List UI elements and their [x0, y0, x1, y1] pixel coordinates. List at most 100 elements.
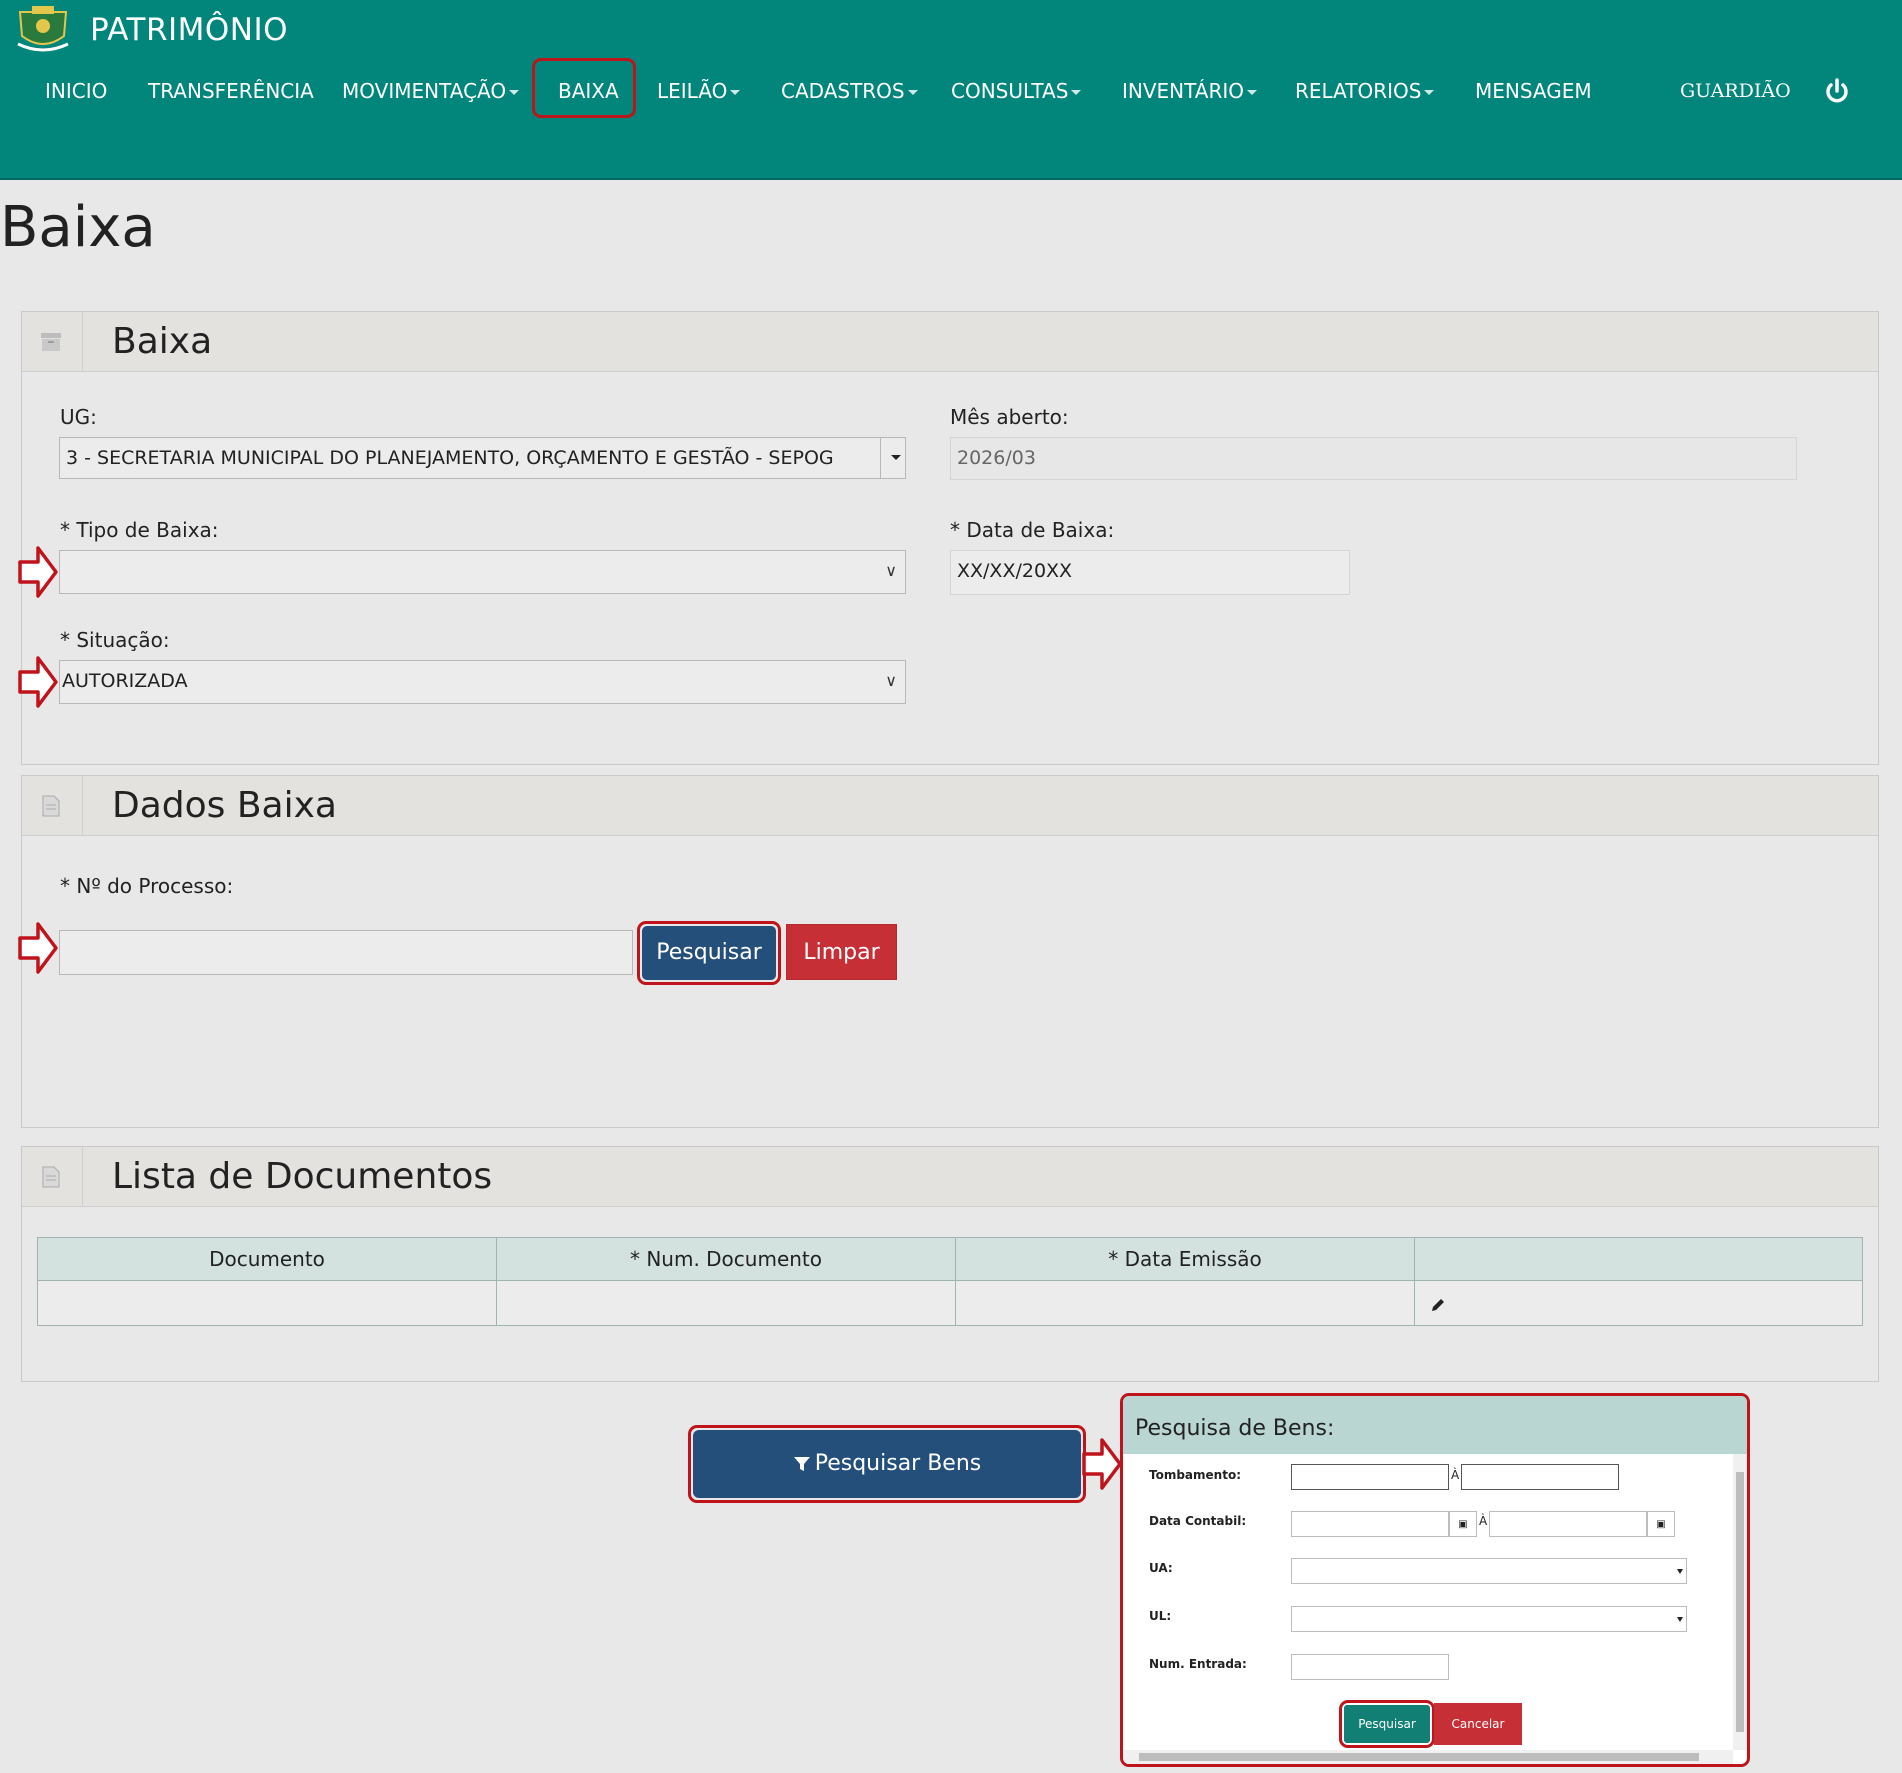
situacao-select[interactable]: AUTORIZADA ∨: [59, 660, 906, 704]
chevron-down-icon: ∨: [885, 671, 897, 690]
top-navbar: PATRIMÔNIO INICIO TRANSFERÊNCIA MOVIMENT…: [0, 0, 1902, 180]
scrollbar-thumb[interactable]: [1736, 1472, 1744, 1732]
panel-header: Lista de Documentos: [22, 1147, 1878, 1207]
tipo-baixa-label: * Tipo de Baixa:: [60, 518, 219, 542]
panel-title: Lista de Documentos: [112, 1156, 493, 1197]
document-icon: [42, 1166, 60, 1188]
cell-documento[interactable]: [37, 1280, 497, 1326]
ul-select[interactable]: [1291, 1606, 1687, 1632]
panel-title: Dados Baixa: [112, 785, 337, 826]
chevron-down-icon: [730, 90, 741, 95]
modal-header: Pesquisa de Bens:: [1123, 1396, 1747, 1454]
nav-baixa[interactable]: BAIXA: [558, 76, 619, 106]
arrow-right-icon: [18, 922, 58, 974]
range-separator: À: [1479, 1514, 1488, 1528]
data-contabil-to-input[interactable]: [1489, 1511, 1647, 1537]
panel-icon-cell: [22, 776, 83, 835]
pesquisa-bens-modal: Pesquisa de Bens: Tombamento: À Data Con…: [1120, 1393, 1750, 1767]
limpar-button[interactable]: Limpar: [786, 924, 897, 980]
ua-select[interactable]: [1291, 1558, 1687, 1584]
tombamento-from-input[interactable]: [1291, 1464, 1449, 1490]
calendar-icon[interactable]: ▣: [1449, 1511, 1477, 1537]
panel-dados-baixa: Dados Baixa * Nº do Processo: Pesquisar …: [18, 775, 1879, 1128]
ua-label: UA:: [1149, 1561, 1173, 1575]
arrow-right-icon: [18, 546, 58, 598]
cell-actions: [1414, 1280, 1863, 1326]
nav-inicio[interactable]: INICIO: [45, 76, 107, 106]
nav-relatorios[interactable]: RELATORIOS: [1295, 76, 1435, 106]
chevron-down-icon: [907, 90, 918, 95]
nav-transferencia[interactable]: TRANSFERÊNCIA: [148, 76, 314, 106]
nav-movimentacao-label: MOVIMENTAÇÃO: [342, 79, 507, 103]
cell-data-emissao[interactable]: [955, 1280, 1415, 1326]
modal-title: Pesquisa de Bens:: [1135, 1416, 1335, 1441]
pencil-icon[interactable]: [1430, 1297, 1446, 1313]
mes-aberto-label: Mês aberto:: [950, 405, 1069, 429]
col-actions: [1414, 1237, 1863, 1281]
chevron-down-icon: [1071, 90, 1082, 95]
panel-header: Dados Baixa: [22, 776, 1878, 836]
documents-table: Documento * Num. Documento * Data Emissã…: [37, 1237, 1863, 1326]
panel-icon-cell: [22, 1147, 83, 1206]
nav-leilao-label: LEILÃO: [657, 79, 728, 103]
range-separator: À: [1451, 1468, 1460, 1482]
page-title: Baixa: [0, 195, 156, 260]
panel-icon-cell: [22, 312, 83, 371]
nav-leilao[interactable]: LEILÃO: [657, 76, 741, 106]
chevron-down-icon: [891, 455, 901, 460]
num-entrada-input[interactable]: [1291, 1654, 1449, 1680]
arrow-right-icon: [18, 656, 58, 708]
nav-movimentacao[interactable]: MOVIMENTAÇÃO: [342, 76, 520, 106]
tombamento-to-input[interactable]: [1461, 1464, 1619, 1490]
chevron-down-icon: [1677, 1617, 1683, 1622]
ul-label: UL:: [1149, 1609, 1172, 1623]
archive-icon: [41, 333, 61, 351]
nav-inventario[interactable]: INVENTÁRIO: [1122, 76, 1258, 106]
table-row: [37, 1280, 1863, 1326]
nav-mensagem[interactable]: MENSAGEM: [1475, 76, 1592, 106]
nav-consultas[interactable]: CONSULTAS: [951, 76, 1082, 106]
panel-lista-documentos: Lista de Documentos Documento * Num. Doc…: [21, 1146, 1879, 1382]
chevron-down-icon: [1247, 90, 1258, 95]
pesquisar-button[interactable]: Pesquisar: [642, 926, 776, 980]
arrow-right-icon: [1082, 1438, 1122, 1490]
modal-pesquisar-button[interactable]: Pesquisar: [1344, 1705, 1430, 1743]
num-processo-input[interactable]: [59, 930, 633, 975]
tipo-baixa-select[interactable]: ∨: [59, 550, 906, 594]
cell-num-documento[interactable]: [496, 1280, 956, 1326]
chevron-down-icon: [509, 90, 520, 95]
panel-title: Baixa: [112, 321, 213, 362]
ug-select[interactable]: 3 - SECRETARIA MUNICIPAL DO PLANEJAMENTO…: [59, 437, 906, 479]
col-documento: Documento: [37, 1237, 497, 1281]
nav-cadastros[interactable]: CADASTROS: [781, 76, 918, 106]
power-icon[interactable]: [1822, 76, 1852, 106]
data-contabil-label: Data Contabil:: [1149, 1514, 1247, 1528]
mes-aberto-field: 2026/03: [950, 437, 1797, 480]
pesquisar-bens-button[interactable]: Pesquisar Bens: [693, 1430, 1081, 1498]
panel-baixa: Baixa UG: 3 - SECRETARIA MUNICIPAL DO PL…: [18, 311, 1879, 765]
data-baixa-field[interactable]: XX/XX/20XX: [950, 550, 1350, 595]
scrollbar-thumb[interactable]: [1139, 1753, 1699, 1761]
modal-cancelar-button[interactable]: Cancelar: [1434, 1703, 1522, 1745]
data-contabil-from-input[interactable]: [1291, 1511, 1449, 1537]
calendar-icon[interactable]: ▣: [1647, 1511, 1675, 1537]
ug-dropdown-toggle[interactable]: [880, 438, 905, 478]
chevron-down-icon: [1677, 1569, 1683, 1574]
chevron-down-icon: [1424, 90, 1435, 95]
nav-relatorios-label: RELATORIOS: [1295, 79, 1422, 103]
user-menu[interactable]: GUARDIÃO: [1680, 76, 1791, 106]
app-title: PATRIMÔNIO: [90, 12, 289, 48]
vertical-scrollbar[interactable]: [1733, 1454, 1747, 1750]
col-num-documento: * Num. Documento: [496, 1237, 956, 1281]
nav-consultas-label: CONSULTAS: [951, 79, 1069, 103]
nav-inventario-label: INVENTÁRIO: [1122, 79, 1245, 103]
ug-label: UG:: [60, 405, 97, 429]
panel-header: Baixa: [22, 312, 1878, 372]
table-header-row: Documento * Num. Documento * Data Emissã…: [37, 1237, 1863, 1281]
nav-cadastros-label: CADASTROS: [781, 79, 905, 103]
pesquisar-bens-label: Pesquisar Bens: [814, 1451, 982, 1476]
filter-icon: [793, 1457, 810, 1471]
horizontal-scrollbar[interactable]: [1123, 1750, 1733, 1764]
municipal-crest-logo: [17, 6, 69, 52]
chevron-down-icon: ∨: [885, 561, 897, 580]
